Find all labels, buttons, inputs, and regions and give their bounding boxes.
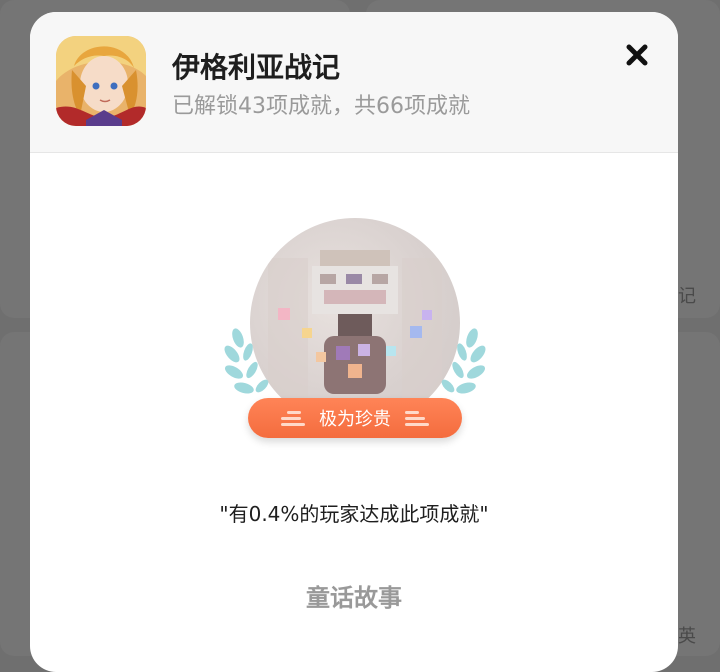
laurel-left	[224, 328, 269, 394]
close-icon	[626, 44, 648, 66]
rarity-stripe-icon	[281, 410, 305, 426]
background-edge-text: 英	[678, 626, 696, 647]
rarity-label: 极为珍贵	[319, 409, 391, 430]
achievement-stat-text: "有0.4%的玩家达成此项成就"	[219, 502, 489, 526]
achievement-modal: 伊格利亚战记 已解锁43项成就，共66项成就 极为珍贵 "有0.4%的玩家达成此…	[30, 12, 678, 672]
game-icon	[56, 36, 146, 126]
laurel-right	[441, 328, 486, 394]
background-edge-text: 记	[678, 286, 696, 307]
achievement-progress-text: 已解锁43项成就，共66项成就	[172, 94, 470, 119]
achievement-badge: 极为珍贵	[224, 210, 486, 440]
achievement-name: 童话故事	[306, 584, 402, 612]
rarity-badge: 极为珍贵	[248, 398, 462, 438]
rarity-stripe-icon	[405, 410, 429, 426]
close-button[interactable]	[620, 38, 654, 72]
badge-image	[250, 218, 460, 428]
game-title: 伊格利亚战记	[172, 51, 341, 84]
modal-header: 伊格利亚战记 已解锁43项成就，共66项成就	[30, 12, 678, 153]
